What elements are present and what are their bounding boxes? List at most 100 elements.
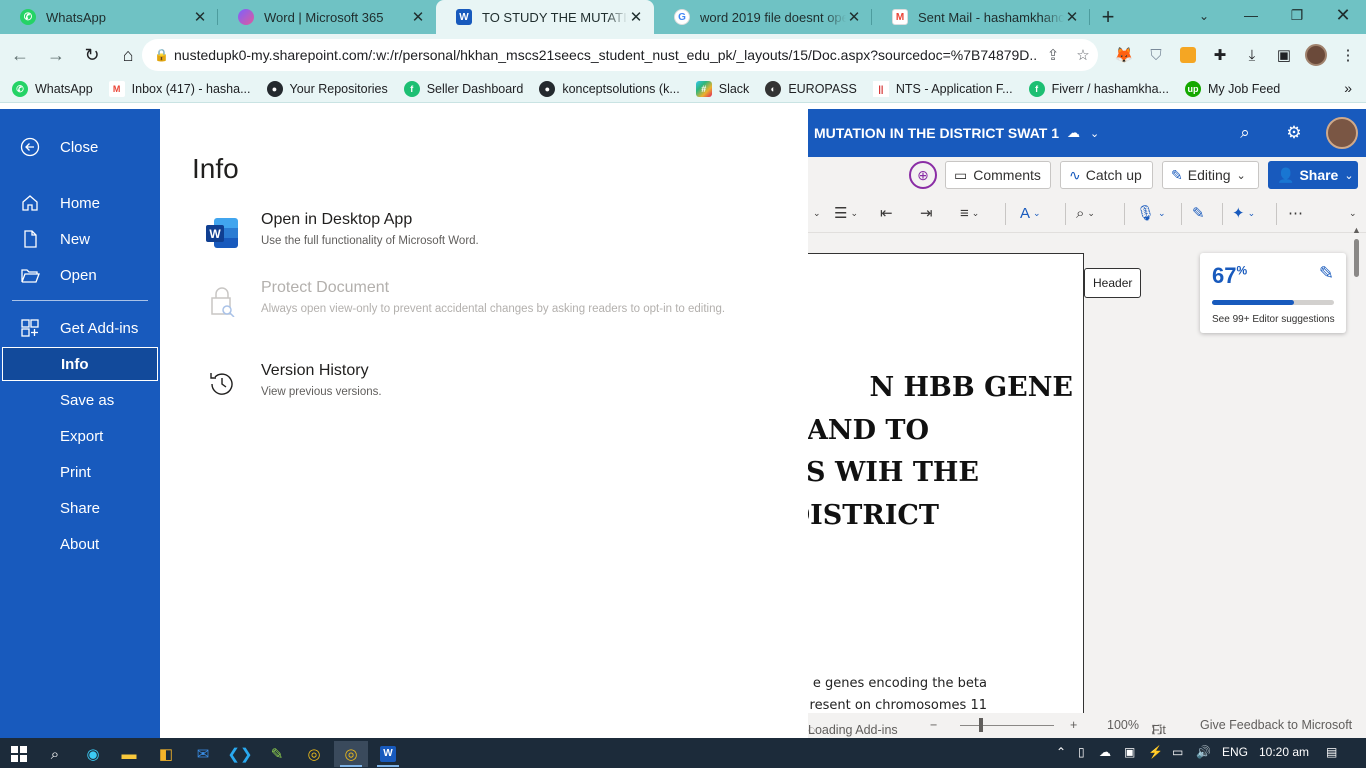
decrease-indent-icon[interactable]: ⇤ (880, 201, 893, 225)
nav-open[interactable]: Open (0, 258, 160, 292)
tab-whatsapp[interactable]: ✆ WhatsApp ✕ (0, 0, 218, 34)
nav-home[interactable]: Home (0, 186, 160, 220)
close-tab-icon[interactable]: ✕ (628, 8, 644, 26)
saved-status-icon[interactable]: ☁ (1067, 125, 1080, 141)
editor-suggestions-link[interactable]: See 99+ Editor suggestions (1212, 314, 1335, 325)
notifications-icon[interactable]: ▤ (1326, 745, 1337, 759)
chrome-active-icon[interactable]: ◎ (334, 741, 368, 767)
copilot-icon[interactable]: ⊕ (909, 161, 937, 189)
nav-save-as[interactable]: Save as (0, 383, 160, 417)
share-button[interactable]: 👤 Share ⌄ (1268, 161, 1358, 189)
designer-icon[interactable]: ✦ ⌄ (1232, 201, 1255, 225)
open-in-desktop-app-option[interactable]: W Open in Desktop App Use the full funct… (200, 211, 760, 255)
bookmark-fiverr[interactable]: f Fiverr / hashamkha... (1028, 81, 1169, 97)
bookmark-slack[interactable]: # Slack (695, 81, 749, 97)
bookmark-star-icon[interactable]: ☆ (1068, 46, 1098, 64)
tab-document[interactable]: W TO STUDY THE MUTATION IN ✕ (436, 0, 654, 34)
catch-up-button[interactable]: ∿ Catch up (1060, 161, 1153, 189)
orange-extension-icon[interactable] (1172, 39, 1204, 71)
close-tab-icon[interactable]: ✕ (1064, 8, 1080, 26)
account-avatar[interactable] (1326, 117, 1358, 149)
chrome-icon[interactable]: ◎ (297, 741, 331, 767)
edge-icon[interactable]: ◉ (76, 741, 110, 767)
chevron-down-icon[interactable]: ⌄ (810, 201, 821, 225)
reload-icon[interactable]: ↻ (76, 39, 108, 71)
editor-icon[interactable]: ✎ (1192, 201, 1205, 225)
document-page[interactable]: N HBB GENE AND TO NS WIH THE DISTRICT e … (808, 253, 1084, 723)
comments-button[interactable]: ▭ Comments (945, 161, 1051, 189)
nav-about[interactable]: About (0, 527, 160, 561)
nav-export[interactable]: Export (0, 419, 160, 453)
nav-new[interactable]: New (0, 222, 160, 256)
share-page-icon[interactable]: ⇪ (1038, 46, 1068, 64)
mail-icon[interactable]: ✉ (186, 741, 220, 767)
download-icon[interactable]: ⤓ (1236, 39, 1268, 71)
more-options-icon[interactable]: ⋯ (1288, 201, 1303, 225)
collapse-ribbon-icon[interactable]: ⌄ (1346, 201, 1357, 225)
styles-icon[interactable]: A ⌄ (1020, 201, 1041, 225)
tab-search-icon[interactable]: ⌄ (1192, 6, 1216, 26)
bookmark-job-feed[interactable]: up My Job Feed (1184, 81, 1280, 97)
network-icon[interactable]: ▭ (1172, 745, 1183, 759)
find-icon[interactable]: ⌕ ⌄ (1076, 201, 1095, 225)
clock[interactable]: 10:20 am (1259, 745, 1309, 759)
home-icon[interactable]: ⌂ (112, 39, 144, 71)
file-explorer-icon[interactable]: ▬ (112, 741, 146, 767)
close-window-button[interactable]: ✕ (1320, 0, 1366, 30)
zoom-slider-thumb[interactable] (979, 718, 983, 732)
volume-icon[interactable]: 🔊 (1196, 745, 1211, 759)
tab-word-microsoft365[interactable]: Word | Microsoft 365 ✕ (218, 0, 436, 34)
zoom-out-button[interactable]: − (930, 718, 937, 732)
nav-info[interactable]: Info (2, 347, 158, 381)
minimize-button[interactable]: — (1228, 0, 1274, 30)
align-icon[interactable]: ≡ ⌄ (960, 201, 979, 225)
nav-print[interactable]: Print (0, 455, 160, 489)
version-history-option[interactable]: Version History View previous versions. (200, 362, 760, 406)
tab-google-search[interactable]: G word 2019 file doesnt open w ✕ (654, 0, 872, 34)
lock-icon[interactable]: 🔒 (154, 48, 174, 62)
bookmark-nts[interactable]: || NTS - Application F... (872, 81, 1013, 97)
bookmark-europass[interactable]: ◐ EUROPASS (765, 81, 857, 97)
editor-score-card[interactable]: 67% ✎ See 99+ Editor suggestions (1200, 253, 1346, 333)
chrome-menu-icon[interactable]: ⋮ (1332, 39, 1364, 71)
store-icon[interactable]: ◧ (149, 741, 183, 767)
search-icon[interactable]: ⌕ (1233, 121, 1257, 145)
close-tab-icon[interactable]: ✕ (192, 8, 208, 26)
vscode-icon[interactable]: ❮❯ (223, 741, 257, 767)
settings-gear-icon[interactable]: ⚙ (1282, 121, 1306, 145)
bookmark-whatsapp[interactable]: ✆ WhatsApp (12, 81, 93, 97)
show-hidden-icons[interactable]: ⌃ (1056, 745, 1066, 759)
extensions-puzzle-icon[interactable]: ✚ (1204, 39, 1236, 71)
zoom-slider[interactable] (960, 725, 1054, 726)
zoom-in-button[interactable]: + (1070, 718, 1077, 732)
address-bar[interactable]: 🔒 nustedupk0-my.sharepoint.com/:w:/r/per… (142, 39, 1098, 71)
nav-share[interactable]: Share (0, 491, 160, 525)
power-icon[interactable]: ⚡ (1148, 745, 1163, 759)
numbered-list-icon[interactable]: ☰ ⌄ (834, 201, 858, 225)
give-feedback-link[interactable]: Give Feedback to Microsoft (1200, 718, 1352, 732)
restore-button[interactable]: ❐ (1274, 0, 1320, 30)
bookmark-seller-dashboard[interactable]: f Seller Dashboard (403, 81, 523, 97)
bookmark-repositories[interactable]: ● Your Repositories (266, 81, 388, 97)
paint-icon[interactable]: ✎ (260, 741, 294, 767)
scroll-up-icon[interactable]: ▲ (1352, 225, 1361, 235)
word-taskbar-icon[interactable]: W (371, 741, 405, 767)
metamask-icon[interactable]: 🦊 (1108, 39, 1140, 71)
profile-avatar[interactable] (1300, 39, 1332, 71)
chevron-down-icon[interactable]: ⌄ (1090, 127, 1099, 140)
nav-close[interactable]: Close (0, 130, 160, 164)
language-indicator[interactable]: ENG (1222, 745, 1248, 759)
tab-gmail[interactable]: M Sent Mail - hashamkhancust ✕ (872, 0, 1090, 34)
forward-icon[interactable]: → (40, 39, 72, 71)
bookmark-konceptsolutions[interactable]: ● konceptsolutions (k... (539, 81, 680, 97)
taskbar-search-icon[interactable]: ⌕ (38, 741, 72, 767)
scrollbar-thumb[interactable] (1354, 239, 1359, 277)
zoom-level[interactable]: 100% (1107, 718, 1139, 732)
shield-extension-icon[interactable]: ⛉ (1140, 39, 1172, 71)
editing-mode-button[interactable]: ✎ Editing ⌄ (1162, 161, 1259, 189)
increase-indent-icon[interactable]: ⇥ (920, 201, 933, 225)
nav-get-add-ins[interactable]: Get Add-ins (0, 311, 160, 345)
close-tab-icon[interactable]: ✕ (410, 8, 426, 26)
dictate-icon[interactable]: 🎙 ⌄ (1136, 201, 1166, 225)
meet-now-icon[interactable]: ▯ (1078, 745, 1085, 759)
